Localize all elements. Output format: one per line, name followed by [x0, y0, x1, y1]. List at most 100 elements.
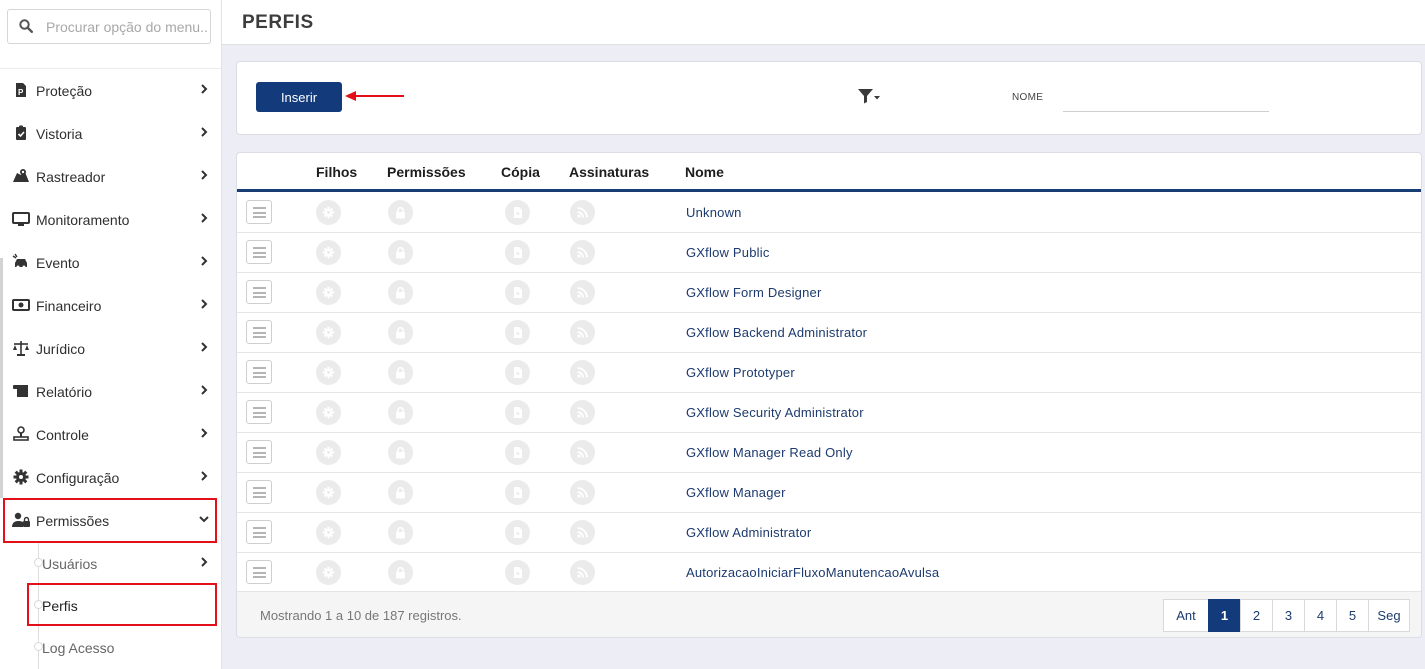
copia-file-plus-icon[interactable]: [505, 360, 530, 385]
pagination-page-2[interactable]: 2: [1240, 599, 1273, 632]
insert-button[interactable]: Inserir: [256, 82, 342, 112]
row-menu-button[interactable]: [246, 320, 272, 344]
filhos-gear-icon[interactable]: [316, 520, 341, 545]
permissoes-lock-icon[interactable]: [388, 520, 413, 545]
profile-name-link[interactable]: GXflow Manager Read Only: [686, 445, 853, 460]
profile-name-link[interactable]: GXflow Security Administrator: [686, 405, 864, 420]
profile-name-link[interactable]: GXflow Prototyper: [686, 365, 795, 380]
filhos-gear-icon[interactable]: [316, 560, 341, 585]
table-row: GXflow Administrator: [237, 513, 1421, 553]
row-menu-button[interactable]: [246, 560, 272, 584]
profile-name-link[interactable]: GXflow Public: [686, 245, 770, 260]
row-menu-button[interactable]: [246, 520, 272, 544]
profile-name-link[interactable]: GXflow Administrator: [686, 525, 811, 540]
assinaturas-rss-icon[interactable]: [570, 480, 595, 505]
sidebar-item-configuracao[interactable]: Configuração: [0, 456, 222, 499]
highlight-perfis: [27, 583, 217, 626]
copia-file-plus-icon[interactable]: [505, 520, 530, 545]
permissoes-lock-icon[interactable]: [388, 360, 413, 385]
filhos-gear-icon[interactable]: [316, 280, 341, 305]
sidebar-item-label: Jurídico: [36, 341, 86, 357]
copia-file-plus-icon[interactable]: [505, 480, 530, 505]
sidebar-item-rastreador[interactable]: Rastreador: [0, 155, 222, 198]
sidebar-item-financeiro[interactable]: Financeiro: [0, 284, 222, 327]
scroll-icon: [13, 385, 28, 397]
filhos-gear-icon[interactable]: [316, 360, 341, 385]
filhos-gear-icon[interactable]: [316, 200, 341, 225]
sidebar-subitem-log-acesso[interactable]: Log Acesso: [0, 627, 222, 667]
permissoes-lock-icon[interactable]: [388, 560, 413, 585]
profile-name-link[interactable]: GXflow Form Designer: [686, 285, 821, 300]
filhos-gear-icon[interactable]: [316, 400, 341, 425]
sidebar-item-protecao[interactable]: P Proteção: [0, 69, 222, 112]
assinaturas-rss-icon[interactable]: [570, 520, 595, 545]
assinaturas-rss-icon[interactable]: [570, 440, 595, 465]
copia-file-plus-icon[interactable]: [505, 440, 530, 465]
sidebar-item-relatorio[interactable]: Relatório: [0, 370, 222, 413]
column-header-permissoes[interactable]: Permissões: [387, 164, 466, 180]
permissoes-lock-icon[interactable]: [388, 280, 413, 305]
filhos-gear-icon[interactable]: [316, 320, 341, 345]
nome-filter-input[interactable]: [1063, 84, 1269, 112]
clipboard-check-icon: [16, 125, 26, 140]
pagination-page-3[interactable]: 3: [1272, 599, 1305, 632]
permissoes-lock-icon[interactable]: [388, 240, 413, 265]
table-header: Filhos Permissões Cópia Assinaturas Nome: [237, 153, 1421, 192]
filhos-gear-icon[interactable]: [316, 440, 341, 465]
pagination-page-1[interactable]: 1: [1208, 599, 1241, 632]
sidebar-item-juridico[interactable]: Jurídico: [0, 327, 222, 370]
pagination-page-4[interactable]: 4: [1304, 599, 1337, 632]
sidebar-subitem-usuarios[interactable]: Usuários: [0, 543, 222, 583]
permissoes-lock-icon[interactable]: [388, 200, 413, 225]
assinaturas-rss-icon[interactable]: [570, 560, 595, 585]
chevron-right-icon: [201, 213, 208, 223]
filhos-gear-icon[interactable]: [316, 240, 341, 265]
permissoes-lock-icon[interactable]: [388, 320, 413, 345]
assinaturas-rss-icon[interactable]: [570, 360, 595, 385]
pagination-page-5[interactable]: 5: [1336, 599, 1369, 632]
copia-file-plus-icon[interactable]: [505, 400, 530, 425]
assinaturas-rss-icon[interactable]: [570, 240, 595, 265]
row-menu-button[interactable]: [246, 440, 272, 464]
filhos-gear-icon[interactable]: [316, 480, 341, 505]
row-menu-button[interactable]: [246, 200, 272, 224]
row-menu-button[interactable]: [246, 280, 272, 304]
nome-filter-label: NOME: [1012, 92, 1044, 103]
profile-name-link[interactable]: GXflow Backend Administrator: [686, 325, 867, 340]
profile-name-link[interactable]: AutorizacaoIniciarFluxoManutencaoAvulsa: [686, 565, 939, 580]
stamp-icon: [13, 426, 29, 441]
copia-file-plus-icon[interactable]: [505, 560, 530, 585]
permissoes-lock-icon[interactable]: [388, 480, 413, 505]
copia-file-plus-icon[interactable]: [505, 280, 530, 305]
pagination-next-button[interactable]: Seg: [1368, 599, 1410, 632]
row-menu-button[interactable]: [246, 360, 272, 384]
profile-name-link[interactable]: Unknown: [686, 205, 742, 220]
pagination-prev-button[interactable]: Ant: [1163, 599, 1209, 632]
column-header-assinaturas[interactable]: Assinaturas: [569, 164, 649, 180]
sidebar-item-vistoria[interactable]: Vistoria: [0, 112, 222, 155]
row-menu-button[interactable]: [246, 240, 272, 264]
sidebar-item-controle[interactable]: Controle: [0, 413, 222, 456]
permissoes-lock-icon[interactable]: [388, 400, 413, 425]
row-menu-button[interactable]: [246, 480, 272, 504]
copia-file-plus-icon[interactable]: [505, 240, 530, 265]
assinaturas-rss-icon[interactable]: [570, 320, 595, 345]
column-header-filhos[interactable]: Filhos: [316, 164, 357, 180]
sidebar-item-label: Controle: [36, 427, 89, 443]
assinaturas-rss-icon[interactable]: [570, 280, 595, 305]
table-row: Unknown: [237, 193, 1421, 233]
assinaturas-rss-icon[interactable]: [570, 400, 595, 425]
filter-dropdown-icon[interactable]: [857, 88, 881, 104]
column-header-copia[interactable]: Cópia: [501, 164, 540, 180]
chevron-right-icon: [201, 170, 208, 180]
profile-name-link[interactable]: GXflow Manager: [686, 485, 786, 500]
column-header-nome[interactable]: Nome: [685, 164, 724, 180]
copia-file-plus-icon[interactable]: [505, 200, 530, 225]
row-menu-button[interactable]: [246, 400, 272, 424]
copia-file-plus-icon[interactable]: [505, 320, 530, 345]
sidebar-item-evento[interactable]: Evento: [0, 241, 222, 284]
permissoes-lock-icon[interactable]: [388, 440, 413, 465]
sidebar-item-monitoramento[interactable]: Monitoramento: [0, 198, 222, 241]
assinaturas-rss-icon[interactable]: [570, 200, 595, 225]
menu-search-input[interactable]: [46, 10, 208, 43]
